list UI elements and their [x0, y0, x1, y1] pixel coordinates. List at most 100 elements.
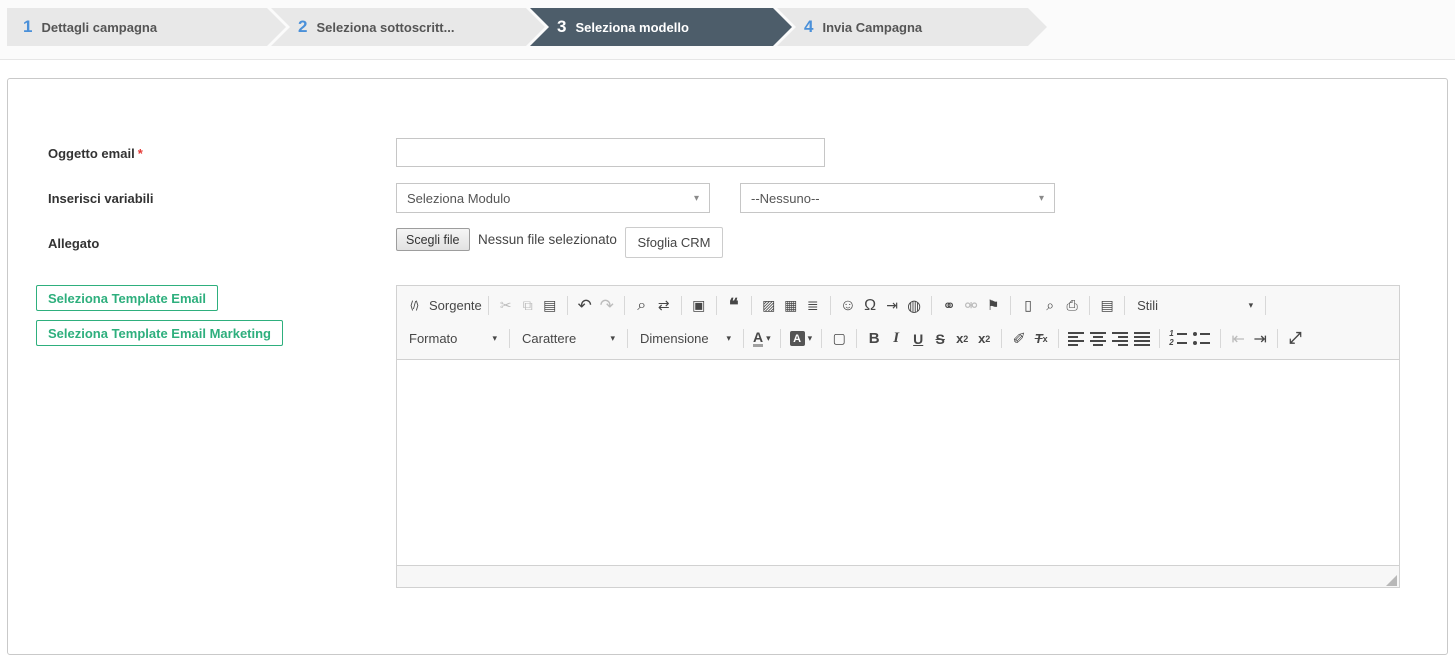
- font-combo[interactable]: Carattere ▾: [516, 327, 621, 351]
- toolbar-separator: [680, 296, 682, 315]
- attachment-label: Allegato: [48, 236, 100, 251]
- bold-button[interactable]: B: [863, 327, 885, 351]
- chevron-down-icon: ▾: [693, 192, 699, 204]
- copy-formatting-icon[interactable]: ✐: [1008, 327, 1030, 351]
- outdent-icon[interactable]: ⇤: [1227, 327, 1249, 351]
- justify-icon: [1134, 331, 1151, 346]
- align-center-icon: [1090, 331, 1107, 346]
- toolbar-separator: [856, 329, 858, 348]
- step-number: 2: [298, 17, 308, 36]
- numbered-list-icon: [1169, 332, 1187, 346]
- chevron-down-icon: ▾: [1248, 300, 1254, 310]
- anchor-flag-icon[interactable]: ⚑: [982, 294, 1004, 318]
- chevron-down-icon: ▾: [766, 333, 771, 343]
- toolbar-separator: [821, 329, 823, 348]
- toolbar-separator: [1058, 329, 1060, 348]
- paste-icon[interactable]: ▤: [539, 294, 561, 318]
- replace-icon[interactable]: ⇄: [653, 294, 675, 318]
- toolbar-row-2: Formato ▾ Carattere ▾ Dimensione ▾ A ▾ A…: [403, 322, 1393, 355]
- numbered-list-button[interactable]: [1166, 327, 1190, 351]
- new-page-icon[interactable]: ▯: [1017, 294, 1039, 318]
- browse-crm-button[interactable]: Sfoglia CRM: [625, 227, 723, 258]
- chevron-down-icon: ▾: [807, 333, 813, 343]
- source-button[interactable]: ⟨/⟩: [403, 294, 425, 318]
- editor-content-area[interactable]: [397, 360, 1399, 565]
- cut-icon[interactable]: ✂: [495, 294, 517, 318]
- link-icon[interactable]: ⚭: [938, 294, 960, 318]
- subject-label: Oggetto email *: [48, 146, 143, 161]
- toolbar-separator: [623, 296, 625, 315]
- preview-icon[interactable]: ⌕: [1039, 294, 1061, 318]
- toolbar-separator: [1124, 296, 1126, 315]
- superscript-button[interactable]: x2: [973, 327, 995, 351]
- text-color-button[interactable]: A ▾: [750, 327, 774, 351]
- toolbar-separator: [1159, 329, 1161, 348]
- templates-icon[interactable]: ▤: [1096, 294, 1118, 318]
- div-container-icon[interactable]: ▢: [828, 327, 850, 351]
- chevron-down-icon: ▾: [726, 333, 731, 343]
- chevron-down-icon: ▾: [1038, 192, 1044, 204]
- insert-table-icon[interactable]: ▦: [780, 294, 802, 318]
- toolbar-separator: [1001, 329, 1003, 348]
- toolbar-separator: [829, 296, 831, 315]
- toolbar-separator: [1089, 296, 1091, 315]
- step-seleziona-modello[interactable]: 3 Seleziona modello: [530, 8, 792, 46]
- special-char-icon[interactable]: Ω: [859, 294, 881, 318]
- campaign-wizard-page: 1 Dettagli campagna 2 Seleziona sottoscr…: [0, 0, 1455, 667]
- module-select[interactable]: Seleziona Modulo ▾: [396, 183, 710, 213]
- align-right-icon: [1112, 331, 1129, 346]
- editor-toolbar: ⟨/⟩ Sorgente ✂ ⧉ ▤ ↶ ↷ ⌕ ⇄ ▣ ❝ ▨ ▦ ≣ ☺ Ω…: [397, 286, 1399, 360]
- toolbar-separator: [743, 329, 744, 348]
- align-left-icon: [1068, 331, 1085, 346]
- select-marketing-template-button[interactable]: Seleziona Template Email Marketing: [36, 320, 283, 346]
- required-asterisk: *: [137, 146, 143, 161]
- field-select[interactable]: --Nessuno-- ▾: [740, 183, 1055, 213]
- unlink-icon[interactable]: ⚮: [960, 294, 982, 318]
- toolbar-separator: [715, 296, 717, 315]
- page-break-icon[interactable]: ⇥: [881, 294, 903, 318]
- toolbar-separator: [931, 296, 933, 315]
- step-seleziona-sottoscrittori[interactable]: 2 Seleziona sottoscritt...: [271, 8, 545, 46]
- choose-file-button[interactable]: Scegli file: [396, 228, 470, 251]
- toolbar-row-1: ⟨/⟩ Sorgente ✂ ⧉ ▤ ↶ ↷ ⌕ ⇄ ▣ ❝ ▨ ▦ ≣ ☺ Ω…: [403, 289, 1393, 322]
- align-right-button[interactable]: [1109, 327, 1131, 351]
- step-dettagli-campagna[interactable]: 1 Dettagli campagna: [7, 8, 286, 46]
- subject-input[interactable]: [396, 138, 825, 167]
- step-number: 4: [804, 17, 814, 36]
- remove-format-button[interactable]: Tx: [1030, 327, 1052, 351]
- bullet-list-icon: [1193, 332, 1211, 346]
- toolbar-separator: [779, 329, 781, 348]
- align-left-button[interactable]: [1065, 327, 1087, 351]
- print-icon[interactable]: ⎙: [1061, 294, 1083, 318]
- indent-icon[interactable]: ⇥: [1249, 327, 1271, 351]
- blockquote-icon[interactable]: ❝: [723, 294, 745, 318]
- background-color-button[interactable]: A ▾: [787, 327, 816, 351]
- align-center-button[interactable]: [1087, 327, 1109, 351]
- smiley-icon[interactable]: ☺: [837, 294, 859, 318]
- underline-button[interactable]: U: [907, 327, 929, 351]
- step-label: Seleziona modello: [575, 19, 689, 35]
- insert-image-icon[interactable]: ▨: [758, 294, 780, 318]
- file-status-text: Nessun file selezionato: [478, 232, 617, 247]
- iframe-globe-icon[interactable]: ◍: [903, 294, 925, 318]
- select-email-template-button[interactable]: Seleziona Template Email: [36, 285, 218, 311]
- subscript-button[interactable]: x2: [951, 327, 973, 351]
- maximize-icon[interactable]: ⤢: [1284, 327, 1306, 351]
- italic-button[interactable]: I: [885, 327, 907, 351]
- toolbar-separator: [1277, 329, 1279, 348]
- undo-icon[interactable]: ↶: [574, 294, 596, 318]
- justify-button[interactable]: [1131, 327, 1153, 351]
- copy-icon[interactable]: ⧉: [517, 294, 539, 318]
- select-all-icon[interactable]: ▣: [688, 294, 710, 318]
- editor-resize-handle[interactable]: [1386, 575, 1397, 586]
- step-invia-campagna[interactable]: 4 Invia Campagna: [777, 8, 1047, 46]
- bullet-list-button[interactable]: [1190, 327, 1214, 351]
- styles-combo[interactable]: Stili ▾: [1131, 294, 1259, 318]
- horizontal-rule-icon[interactable]: ≣: [802, 294, 824, 318]
- find-icon[interactable]: ⌕: [631, 294, 653, 318]
- size-combo[interactable]: Dimensione ▾: [634, 327, 737, 351]
- strikethrough-button[interactable]: S: [929, 327, 951, 351]
- format-combo[interactable]: Formato ▾: [403, 327, 503, 351]
- step-number: 3: [557, 17, 567, 36]
- redo-icon[interactable]: ↷: [596, 294, 618, 318]
